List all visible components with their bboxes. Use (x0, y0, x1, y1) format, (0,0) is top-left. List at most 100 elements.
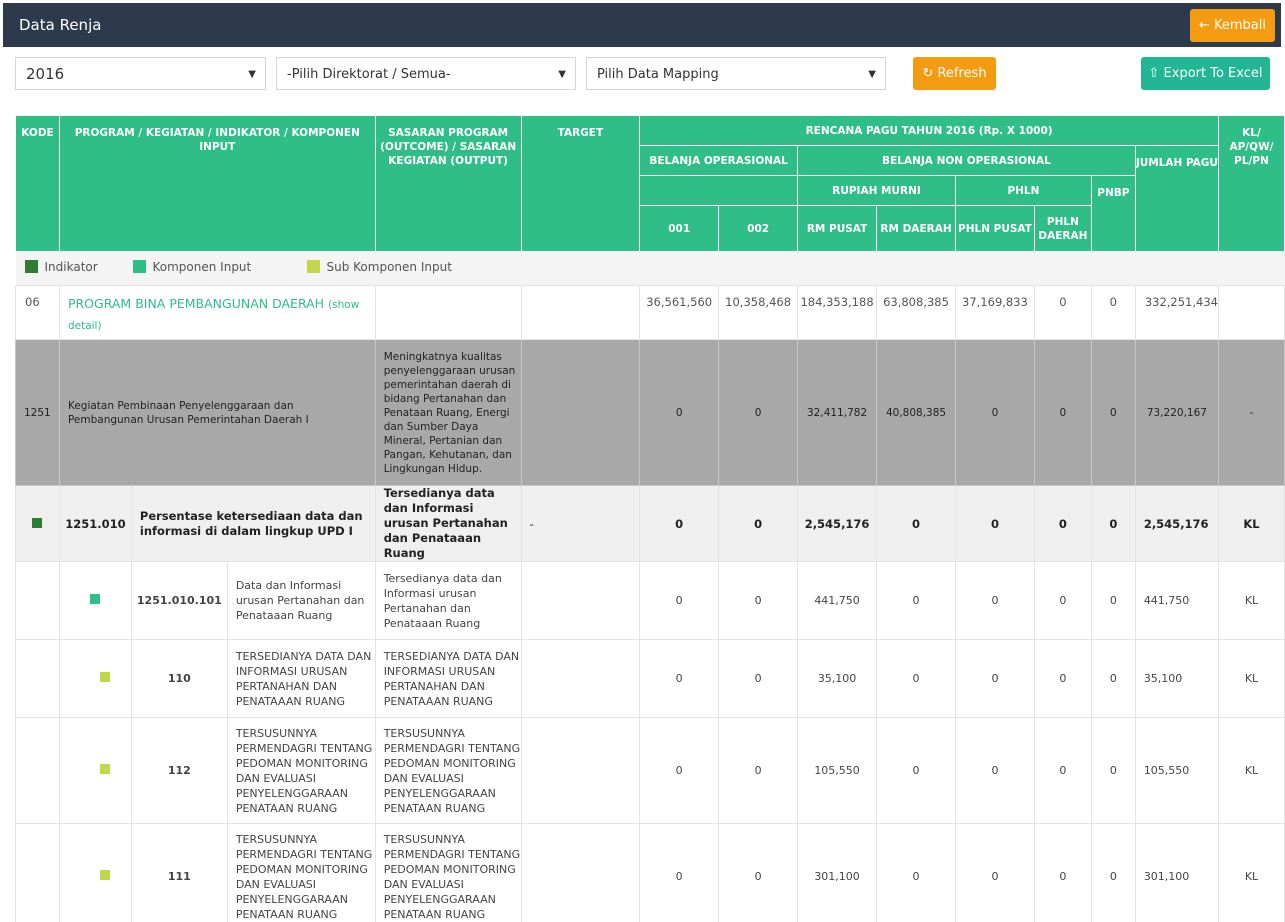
sub-sasaran: TERSEDIANYA DATA DAN INFORMASI URUSAN PE… (374, 639, 522, 718)
legend-sub-komponen: Sub Komponen Input (326, 260, 452, 274)
komponen-swatch (132, 260, 146, 273)
komponen-002: 0 (718, 561, 799, 640)
header-belanja-operasional: BELANJA OPERASIONAL (639, 145, 799, 176)
export-excel-button[interactable]: ⇧ Export To Excel (1141, 57, 1270, 90)
sub-001: 0 (639, 823, 720, 922)
kegiatan-kode: 1251 (15, 339, 60, 486)
sub-jumlah: 35,100 (1134, 639, 1219, 718)
indikator-rm-daerah: 0 (876, 485, 956, 562)
indikator-target: - (520, 485, 641, 562)
program-kode: 06 (15, 285, 60, 340)
year-select[interactable]: 2016 ▼ (15, 57, 266, 90)
kegiatan-name: Kegiatan Pembinaan Penyelenggaraan dan P… (58, 339, 376, 486)
legend-indikator: Indikator (44, 260, 98, 274)
sub-phln-daerah: 0 (1033, 717, 1092, 824)
indikator-jumlah: 2,545,176 (1134, 485, 1219, 562)
back-button[interactable]: ← Kembali (1190, 9, 1275, 42)
program-name-cell: PROGRAM BINA PEMBANGUNAN DAERAH (show de… (58, 285, 376, 340)
top-bar: Data Renja (3, 3, 1281, 47)
direktorat-select-value: -Pilih Direktorat / Semua- (287, 67, 451, 82)
program-phln-pusat: 37,169,833 (954, 285, 1035, 340)
indikator-002: 0 (718, 485, 799, 562)
header-phln-daerah: PHLN DAERAH (1033, 205, 1092, 252)
chevron-down-icon: ▼ (868, 69, 876, 80)
sub-jumlah: 301,100 (1134, 823, 1219, 922)
kegiatan-sasaran: Meningkatnya kualitas penyelenggaraan ur… (374, 339, 522, 486)
kegiatan-rm-pusat: 32,411,782 (797, 339, 878, 486)
sub-kode: 112 (130, 717, 228, 824)
komponen-kl: KL (1217, 561, 1285, 640)
sub-rm-daerah: 0 (876, 639, 956, 718)
sub-phln-pusat: 0 (954, 823, 1035, 922)
sub-pnbp: 0 (1090, 823, 1136, 922)
sub-001: 0 (639, 717, 720, 824)
program-001: 36,561,560 (639, 285, 720, 340)
indikator-name: Persentase ketersediaan data dan informa… (130, 485, 376, 562)
header-belanja-non-operasional: BELANJA NON OPERASIONAL (797, 145, 1136, 176)
sub-phln-pusat: 0 (954, 717, 1035, 824)
mapping-select-value: Pilih Data Mapping (597, 67, 719, 82)
indikator-sasaran: Tersedianya data dan Informasi urusan Pe… (374, 485, 522, 562)
header-jumlah-pagu: JUMLAH PAGU (1134, 145, 1219, 252)
sub-rm-pusat: 105,550 (797, 717, 878, 824)
year-select-value: 2016 (26, 65, 65, 83)
program-rm-daerah: 63,808,385 (876, 285, 956, 340)
chevron-down-icon: ▼ (248, 69, 256, 80)
program-row: 06 PROGRAM BINA PEMBANGUNAN DAERAH (show… (15, 285, 1285, 340)
indikator-row: 1251.010 Persentase ketersediaan data da… (15, 485, 1285, 562)
indikator-phln-daerah: 0 (1033, 485, 1092, 562)
kegiatan-001: 0 (639, 339, 720, 486)
sub-rm-pusat: 35,100 (797, 639, 878, 718)
sub-pnbp: 0 (1090, 639, 1136, 718)
sub-002: 0 (718, 717, 799, 824)
legend: Indikator Komponen Input Sub Komponen In… (15, 251, 1285, 286)
sub-komponen-marker (100, 870, 111, 880)
program-rm-pusat: 184,353,188 (797, 285, 878, 340)
sub-phln-daerah: 0 (1033, 823, 1092, 922)
sub-name: TERSUSUNNYA PERMENDAGRI TENTANG PEDOMAN … (226, 823, 376, 922)
sub-001: 0 (639, 639, 720, 718)
chevron-down-icon: ▼ (558, 69, 566, 80)
sub-rm-daerah: 0 (876, 823, 956, 922)
kegiatan-pnbp: 0 (1090, 339, 1136, 486)
sub-kl: KL (1217, 823, 1285, 922)
komponen-name: Data dan Informasi urusan Pertanahan dan… (226, 561, 376, 640)
indikator-swatch (24, 260, 38, 273)
indikator-001: 0 (639, 485, 720, 562)
sub-jumlah: 105,550 (1134, 717, 1219, 824)
sub-komponen-row: 111 TERSUSUNNYA PERMENDAGRI TENTANG PEDO… (15, 823, 1285, 922)
mapping-select[interactable]: Pilih Data Mapping ▼ (586, 57, 886, 90)
kegiatan-kl: - (1217, 339, 1285, 486)
direktorat-select[interactable]: -Pilih Direktorat / Semua- ▼ (276, 57, 576, 90)
header-target: TARGET (520, 115, 641, 252)
header-rm-daerah: RM DAERAH (876, 205, 956, 252)
header-pnbp: PNBP (1090, 175, 1136, 252)
header-kode: KODE (15, 115, 60, 252)
indikator-phln-pusat: 0 (954, 485, 1035, 562)
sub-sasaran: TERSUSUNNYA PERMENDAGRI TENTANG PEDOMAN … (374, 823, 522, 922)
header-sasaran: SASARAN PROGRAM (OUTCOME) / SASARAN KEGI… (374, 115, 522, 252)
kegiatan-phln-pusat: 0 (954, 339, 1035, 486)
sub-name: TERSUSUNNYA PERMENDAGRI TENTANG PEDOMAN … (226, 717, 376, 824)
sub-kode: 111 (130, 823, 228, 922)
sub-name: TERSEDIANYA DATA DAN INFORMASI URUSAN PE… (226, 639, 376, 718)
sub-komponen-marker (100, 764, 111, 774)
page-title: Data Renja (19, 16, 102, 34)
refresh-button[interactable]: ↻ Refresh (913, 57, 996, 90)
komponen-row: 1251.010.101 Data dan Informasi urusan P… (15, 561, 1285, 640)
sub-kl: KL (1217, 639, 1285, 718)
program-name-link[interactable]: PROGRAM BINA PEMBANGUNAN DAERAH (68, 296, 324, 311)
sub-phln-daerah: 0 (1033, 639, 1092, 718)
indikator-rm-pusat: 2,545,176 (797, 485, 878, 562)
kegiatan-rm-daerah: 40,808,385 (876, 339, 956, 486)
header-002: 002 (718, 205, 799, 252)
legend-komponen: Komponen Input (152, 260, 252, 274)
kegiatan-phln-daerah: 0 (1033, 339, 1092, 486)
komponen-phln-daerah: 0 (1033, 561, 1092, 640)
komponen-jumlah: 441,750 (1134, 561, 1219, 640)
indikator-pnbp: 0 (1090, 485, 1136, 562)
sub-rm-daerah: 0 (876, 717, 956, 824)
sub-002: 0 (718, 639, 799, 718)
komponen-001: 0 (639, 561, 720, 640)
komponen-phln-pusat: 0 (954, 561, 1035, 640)
